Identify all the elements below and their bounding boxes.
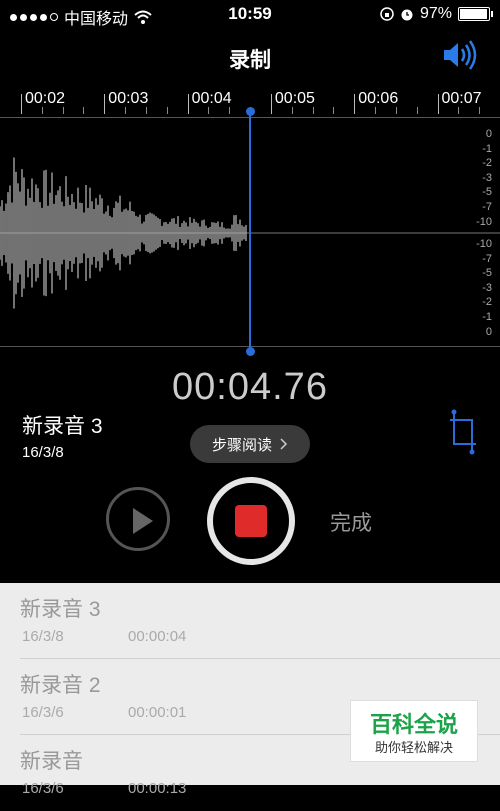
baike-watermark: 百科全说 助你轻松解决 (350, 700, 478, 762)
timeline-minor-tick (167, 107, 168, 114)
level-label: -10 (476, 216, 492, 228)
page-title: 录制 (0, 44, 500, 74)
recording-date: 16/3/8 (22, 444, 64, 461)
trim-icon[interactable] (448, 408, 480, 456)
play-icon (133, 508, 153, 534)
timeline-minor-tick (396, 107, 397, 114)
watermark-subtitle: 助你轻松解决 (351, 737, 477, 756)
timeline-minor-tick (63, 107, 64, 114)
timeline-minor-tick (42, 107, 43, 114)
timeline-major-tick (354, 94, 355, 114)
level-label: -10 (476, 238, 492, 250)
list-item-duration: 00:00:04 (128, 628, 186, 645)
timeline-minor-tick (146, 107, 147, 114)
list-item-date: 16/3/6 (22, 704, 64, 721)
list-item-name: 新录音 (20, 745, 83, 775)
timeline-major-tick (271, 94, 272, 114)
level-label: -3 (482, 172, 492, 184)
level-label: -5 (482, 186, 492, 198)
elapsed-time: 00:04.76 (0, 366, 500, 409)
level-label: -1 (482, 143, 492, 155)
level-label: -3 (482, 282, 492, 294)
timeline-minor-tick (125, 107, 126, 114)
timeline-minor-tick (458, 107, 459, 114)
recording-name[interactable]: 新录音 3 (22, 410, 103, 440)
battery-icon (458, 7, 490, 21)
play-button[interactable] (106, 487, 170, 551)
timeline-minor-tick (292, 107, 293, 114)
timeline-minor-tick (83, 107, 84, 114)
status-bar: 中国移动 10:59 97% (0, 0, 500, 28)
level-label: -2 (482, 157, 492, 169)
stop-record-button[interactable] (207, 477, 295, 565)
timeline-label: 00:03 (108, 90, 148, 108)
timeline-major-tick (21, 94, 22, 114)
battery-percent: 97% (420, 5, 452, 23)
timeline-label: 00:02 (25, 90, 65, 108)
done-button[interactable]: 完成 (330, 507, 372, 537)
stop-icon (235, 505, 267, 537)
level-label: -1 (482, 311, 492, 323)
list-item-name: 新录音 3 (20, 593, 101, 623)
level-label: 0 (486, 128, 492, 140)
level-label: 0 (486, 326, 492, 338)
timeline-label: 00:05 (275, 90, 315, 108)
playhead[interactable] (249, 111, 251, 352)
timeline-minor-tick (479, 107, 480, 114)
rotation-lock-icon (380, 7, 394, 21)
level-label: -7 (482, 253, 492, 265)
timeline-minor-tick (229, 107, 230, 114)
timeline-minor-tick (208, 107, 209, 114)
level-label: -2 (482, 296, 492, 308)
timeline-major-tick (104, 94, 105, 114)
timeline-minor-tick (333, 107, 334, 114)
timeline-label: 00:07 (442, 90, 482, 108)
watermark-title: 百科全说 (351, 707, 477, 739)
level-label: -5 (482, 267, 492, 279)
playhead-bottom-handle[interactable] (246, 347, 255, 356)
timeline-major-tick (438, 94, 439, 114)
timeline-label: 00:06 (358, 90, 398, 108)
timeline-minor-tick (417, 107, 418, 114)
step-reading-tooltip[interactable]: 步骤阅读 (190, 425, 310, 463)
playhead-top-handle[interactable] (246, 107, 255, 116)
list-item-date: 16/3/6 (22, 780, 64, 797)
list-item-duration: 00:00:01 (128, 704, 186, 721)
alarm-icon (400, 7, 414, 21)
timeline-minor-tick (313, 107, 314, 114)
chevron-right-icon (280, 438, 288, 450)
list-item-name: 新录音 2 (20, 669, 101, 699)
list-item[interactable]: 新录音 3 16/3/8 00:00:04 (0, 583, 500, 659)
level-label: -7 (482, 201, 492, 213)
list-item-date: 16/3/8 (22, 628, 64, 645)
timeline-minor-tick (375, 107, 376, 114)
tooltip-label: 步骤阅读 (212, 434, 272, 455)
timeline-label: 00:04 (192, 90, 232, 108)
speaker-volume-icon[interactable] (440, 38, 480, 72)
status-right-group: 97% (380, 5, 490, 23)
list-item-duration: 00:00:13 (128, 780, 186, 797)
timeline-major-tick (188, 94, 189, 114)
